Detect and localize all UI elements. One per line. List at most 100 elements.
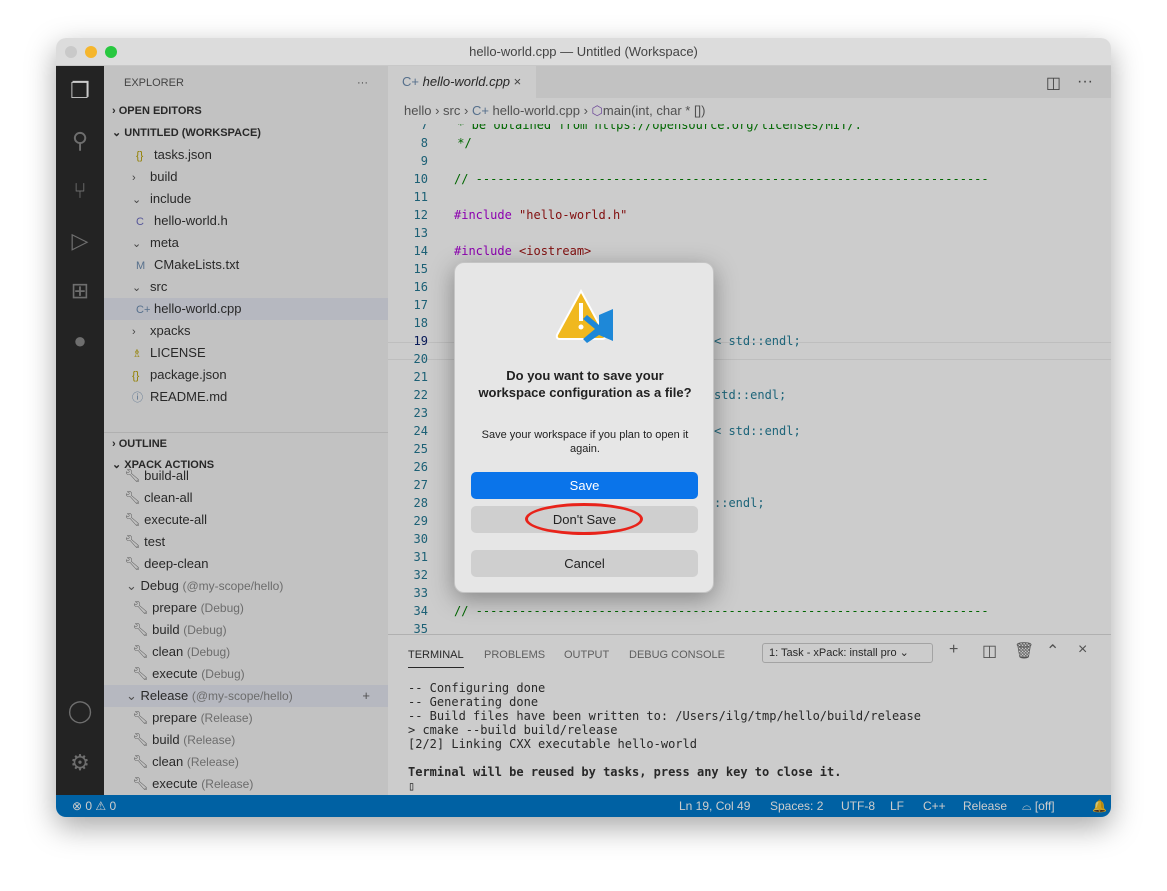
- xpack-action-item[interactable]: 🔧︎ clean (Release): [104, 751, 388, 773]
- live-share-status[interactable]: ⌓ [off]: [1022, 795, 1055, 817]
- file-tree-item[interactable]: › xpacks: [104, 320, 388, 342]
- code-fragment: std::endl;: [714, 388, 787, 402]
- xpack-action-item[interactable]: 🔧︎ build-all: [104, 465, 388, 487]
- xpack-action-item[interactable]: ⌄ Debug (@my-scope/hello): [104, 575, 388, 597]
- line-number: 24: [413, 424, 428, 438]
- file-label: LICENSE: [150, 345, 206, 360]
- section-label: UNTITLED (WORKSPACE): [124, 127, 261, 139]
- tab-problems[interactable]: PROBLEMS: [484, 649, 545, 661]
- breadcrumb-item[interactable]: src: [443, 103, 460, 118]
- section-outline[interactable]: › OUTLINE: [104, 432, 388, 454]
- xpack-action-item[interactable]: 🔧︎ execute-all: [104, 509, 388, 531]
- xpack-action-item[interactable]: 🔧︎ execute (Debug): [104, 663, 388, 685]
- xpack-action-item[interactable]: 🔧︎ prepare (Release): [104, 707, 388, 729]
- problems-status[interactable]: ⊗ 0 ⚠ 0: [72, 795, 116, 817]
- trash-icon[interactable]: 🗑: [1014, 641, 1034, 661]
- plus-icon[interactable]: +: [362, 685, 370, 707]
- action-scope: (Release): [200, 711, 253, 725]
- encoding-status[interactable]: UTF-8: [841, 795, 875, 817]
- save-button[interactable]: Save: [471, 472, 698, 499]
- wrench-icon: 🔧︎: [132, 732, 153, 747]
- xpack-action-item[interactable]: 🔧︎ build (Debug): [104, 619, 388, 641]
- explorer-icon[interactable]: ❐: [56, 66, 104, 116]
- eol-status[interactable]: LF: [890, 795, 904, 817]
- search-icon[interactable]: ⚲: [56, 116, 104, 166]
- plus-icon[interactable]: +: [949, 641, 958, 659]
- xpack-action-item[interactable]: 🔧︎ prepare (Debug): [104, 597, 388, 619]
- run-debug-icon[interactable]: ▷: [56, 216, 104, 266]
- wrench-icon: 🔧︎: [132, 666, 153, 681]
- file-type-icon: {}: [136, 150, 144, 162]
- build-config-status[interactable]: Release: [963, 795, 1007, 817]
- file-label: package.json: [150, 367, 227, 382]
- xpack-action-item[interactable]: 🔧︎ deep-clean: [104, 553, 388, 575]
- breadcrumb-item[interactable]: hello-world.cpp: [493, 103, 580, 118]
- split-editor-icon[interactable]: ◫: [1046, 73, 1061, 93]
- section-open-editors[interactable]: › OPEN EDITORS: [104, 100, 388, 122]
- terminal-message: Terminal will be reused by tasks, press …: [408, 765, 842, 779]
- file-tree-item[interactable]: ⌄ src: [104, 276, 388, 298]
- xpack-action-item[interactable]: 🔧︎ test: [104, 531, 388, 553]
- terminal-select[interactable]: 1: Task - xPack: install pro ⌄: [762, 643, 933, 663]
- cursor-position[interactable]: Ln 19, Col 49: [679, 795, 750, 817]
- tab-debug-console[interactable]: DEBUG CONSOLE: [629, 649, 725, 661]
- xpack-action-item[interactable]: ⌄ Release (@my-scope/hello) +: [104, 685, 388, 707]
- file-tree-item[interactable]: Chello-world.h: [104, 210, 388, 232]
- string: <iostream>: [519, 244, 592, 258]
- action-label: clean-all: [144, 490, 193, 505]
- file-tree-item[interactable]: M CMakeLists.txt: [104, 254, 388, 276]
- zoom-window-button[interactable]: [105, 46, 117, 58]
- bell-icon[interactable]: 🔔: [1092, 795, 1107, 817]
- xpack-action-item[interactable]: 🔧︎ execute (Release): [104, 773, 388, 795]
- extensions-icon[interactable]: ⊞: [56, 266, 104, 316]
- file-label: tasks.json: [154, 147, 212, 162]
- indentation-status[interactable]: Spaces: 2: [770, 795, 823, 817]
- section-workspace[interactable]: ⌄ UNTITLED (WORKSPACE): [104, 122, 388, 144]
- action-scope: (Debug): [186, 645, 231, 659]
- file-label: include: [150, 191, 192, 206]
- tab-hello-world-cpp[interactable]: C+ hello-world.cpp ×: [388, 66, 536, 98]
- file-tree-item[interactable]: C+ hello-world.cpp: [104, 298, 388, 320]
- tab-output[interactable]: OUTPUT: [564, 649, 609, 661]
- xpack-action-item[interactable]: 🔧︎ clean (Debug): [104, 641, 388, 663]
- breadcrumb-item[interactable]: hello: [404, 103, 431, 118]
- cancel-button[interactable]: Cancel: [471, 550, 698, 577]
- file-label: hello-world.h: [154, 213, 228, 228]
- file-tree-item[interactable]: ♗ LICENSE: [104, 342, 388, 364]
- file-tree-item[interactable]: › build: [104, 166, 388, 188]
- dialog-message: Save your workspace if you plan to open …: [481, 429, 689, 455]
- source-control-icon[interactable]: ⑂: [56, 166, 104, 216]
- account-icon[interactable]: ◯: [56, 686, 104, 736]
- minimize-window-button[interactable]: [85, 46, 97, 58]
- more-actions-icon[interactable]: ···: [1077, 73, 1093, 91]
- split-terminal-icon[interactable]: ◫: [982, 641, 997, 661]
- file-tree-item[interactable]: {} package.json: [104, 364, 388, 386]
- live-share-label: [off]: [1034, 799, 1055, 813]
- language-status[interactable]: C++: [923, 795, 946, 817]
- action-label: execute-all: [144, 512, 207, 527]
- line-number: 35: [413, 622, 428, 634]
- xpack-action-item[interactable]: 🔧︎ clean-all: [104, 487, 388, 509]
- file-tree-item[interactable]: {} tasks.json: [104, 144, 388, 166]
- action-label: clean: [152, 644, 184, 659]
- gear-icon[interactable]: ⚙: [56, 738, 104, 788]
- close-icon[interactable]: ×: [514, 74, 522, 89]
- github-icon[interactable]: ●: [56, 316, 104, 366]
- terminal-output[interactable]: -- Configuring done -- Generating done -…: [408, 681, 921, 793]
- code-comment: // -------------------------------------…: [454, 172, 989, 186]
- close-panel-icon[interactable]: ×: [1078, 641, 1087, 659]
- line-number: 19: [413, 334, 428, 348]
- code-fragment: ::endl;: [714, 496, 765, 510]
- chevron-up-icon[interactable]: ⌃: [1046, 641, 1059, 661]
- close-window-button[interactable]: [65, 46, 77, 58]
- xpack-action-item[interactable]: 🔧︎ build (Release): [104, 729, 388, 751]
- tab-terminal[interactable]: TERMINAL: [408, 649, 464, 668]
- file-tree-item[interactable]: ⌄ meta: [104, 232, 388, 254]
- file-tree-item[interactable]: ⌄ include: [104, 188, 388, 210]
- more-actions-icon[interactable]: ···: [357, 66, 368, 100]
- action-scope: (Debug): [200, 601, 244, 615]
- file-label: xpacks: [150, 323, 191, 338]
- file-type-icon: C+: [136, 304, 151, 316]
- file-tree-item[interactable]: ⓘ README.md: [104, 386, 388, 408]
- breadcrumb-item[interactable]: main(int, char * []): [603, 103, 706, 118]
